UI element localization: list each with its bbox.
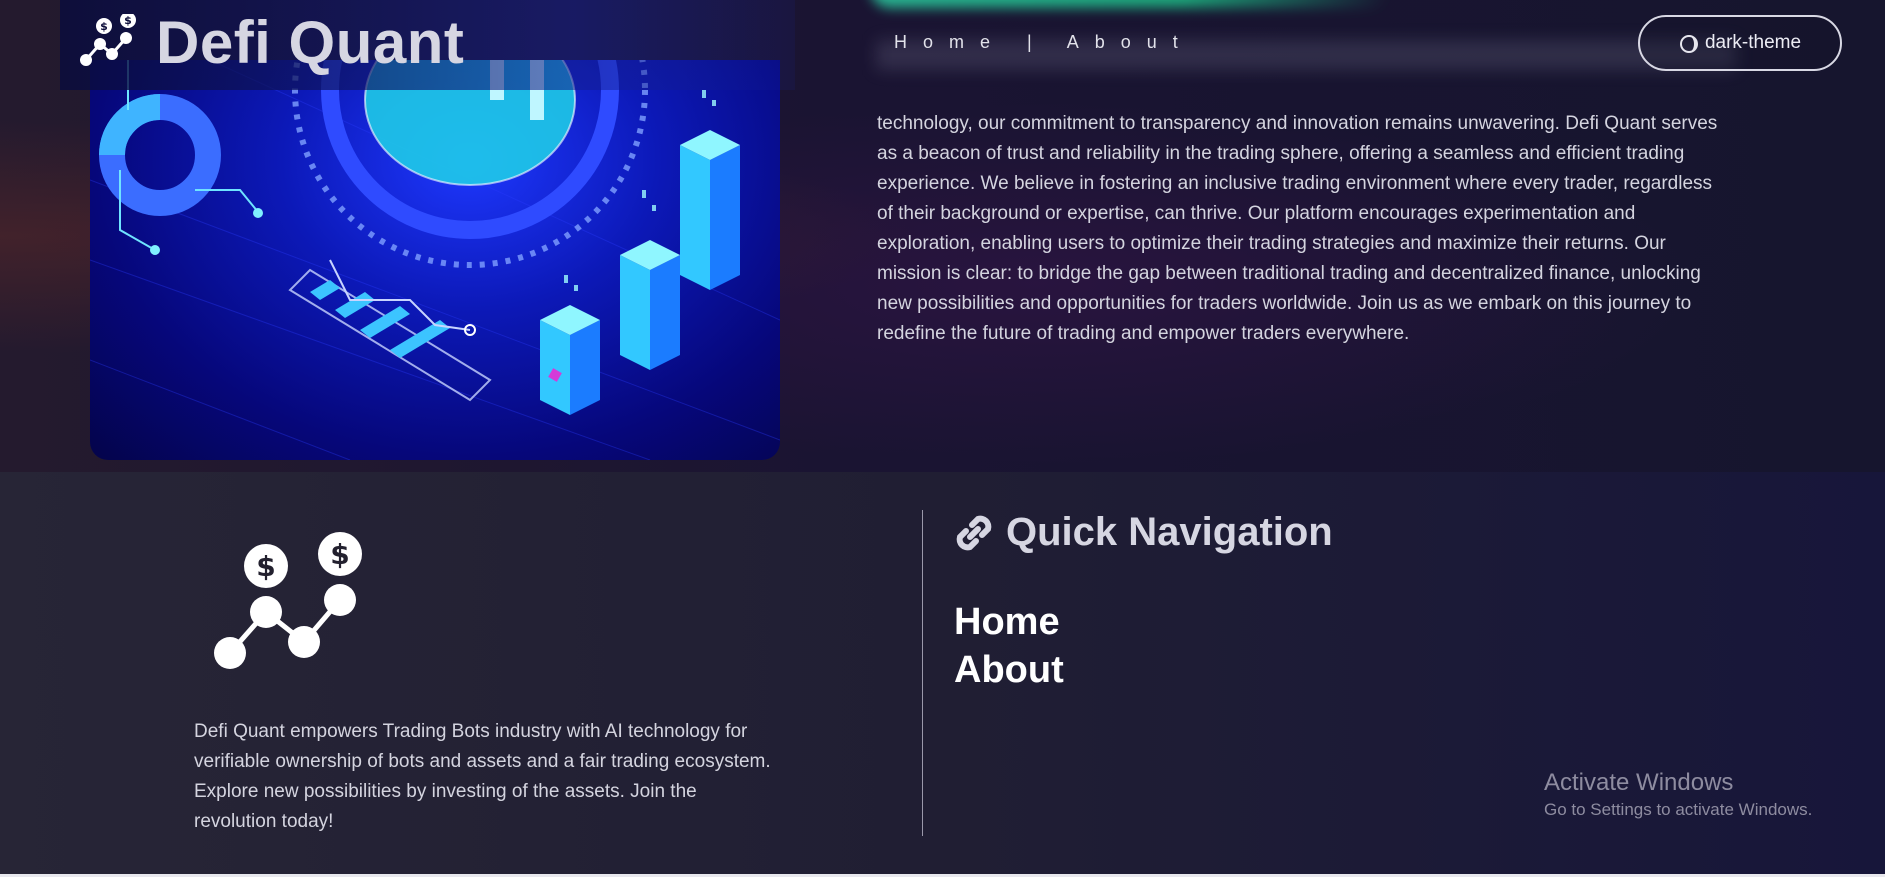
watermark-subtitle: Go to Settings to activate Windows. — [1544, 800, 1813, 819]
footer-link-home[interactable]: Home — [954, 598, 1064, 646]
theme-toggle-button[interactable]: dark-theme — [1638, 15, 1842, 71]
svg-text:$: $ — [330, 538, 349, 571]
svg-text:$: $ — [124, 14, 132, 27]
hero-section: $ $ Defi Quant Home | About dark-theme t… — [0, 0, 1885, 472]
nav-about-link[interactable]: About — [1067, 32, 1194, 53]
nav-home-link[interactable]: Home — [894, 32, 1006, 53]
windows-activation-watermark: Activate Windows Go to Settings to activ… — [1544, 768, 1812, 822]
svg-text:$: $ — [100, 20, 108, 33]
blurred-heading — [870, 0, 1390, 8]
quick-navigation-heading: Quick Navigation — [952, 510, 1333, 555]
brand-title[interactable]: Defi Quant — [156, 8, 464, 77]
dollar-chart-logo-icon: $ $ — [214, 532, 362, 669]
hero-illustration — [90, 60, 780, 460]
footer-divider — [922, 510, 923, 836]
top-nav: Home | About — [894, 32, 1194, 53]
watermark-title: Activate Windows — [1544, 769, 1734, 796]
nav-separator: | — [1027, 32, 1042, 52]
dollar-chart-logo-icon[interactable]: $ $ — [78, 14, 142, 70]
theme-toggle-label: dark-theme — [1704, 32, 1802, 53]
footer-link-about[interactable]: About — [954, 646, 1064, 694]
footer-description: Defi Quant empowers Trading Bots industr… — [194, 721, 771, 832]
quick-navigation-links: Home About — [954, 598, 1064, 694]
svg-text:$: $ — [256, 550, 275, 583]
link-chain-icon — [956, 515, 992, 550]
quick-navigation-title: Quick Navigation — [1006, 510, 1333, 554]
theme-toggle-icon — [1679, 35, 1698, 53]
about-paragraph: technology, our commitment to transparen… — [877, 113, 1718, 344]
